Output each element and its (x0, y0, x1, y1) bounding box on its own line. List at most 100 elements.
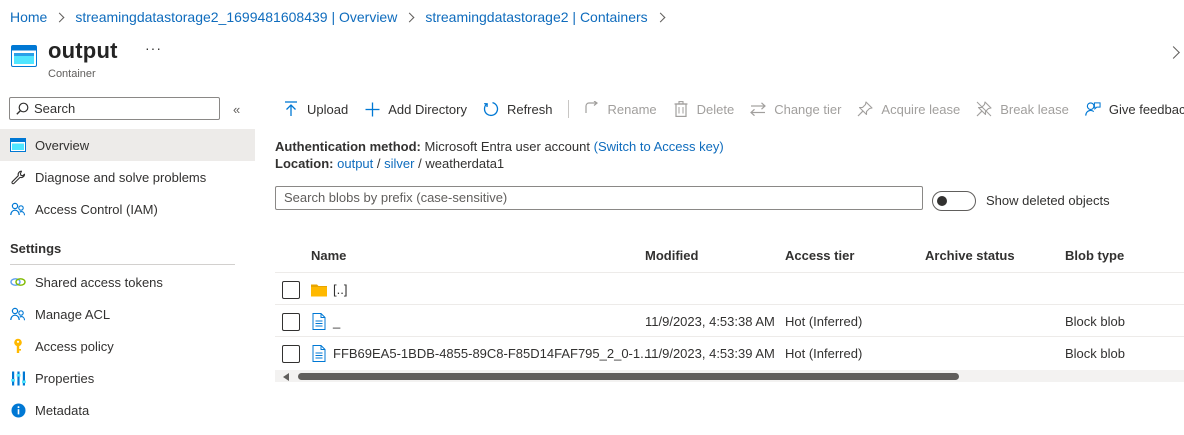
delete-label: Delete (696, 101, 735, 117)
column-header-archive-status[interactable]: Archive status (925, 248, 1015, 263)
page-title: output (48, 38, 118, 63)
break-lease-label: Break lease (1000, 101, 1069, 117)
delete-button[interactable]: Delete (673, 101, 735, 117)
refresh-label: Refresh (506, 101, 553, 117)
expand-panel-chevron-icon[interactable] (1167, 46, 1180, 59)
people-icon (10, 201, 26, 217)
horizontal-scrollbar[interactable] (275, 370, 1184, 382)
row-checkbox[interactable] (282, 313, 300, 331)
add-directory-label: Add Directory (388, 101, 467, 117)
folder-icon (311, 284, 327, 297)
sidebar-item-overview[interactable]: Overview (0, 129, 255, 161)
show-deleted-toggle[interactable] (932, 191, 976, 211)
breadcrumb-storage-overview[interactable]: streamingdatastorage2_1699481608439 | Ov… (75, 9, 397, 25)
row-checkbox[interactable] (282, 345, 300, 363)
wrench-icon (10, 169, 26, 185)
link-icon (10, 274, 26, 290)
location-link-silver[interactable]: silver (384, 156, 414, 171)
row-access-tier: Hot (Inferred) (785, 346, 863, 361)
sidebar-item-label: Properties (35, 370, 95, 386)
breadcrumb-containers[interactable]: streamingdatastorage2 | Containers (425, 9, 647, 25)
scroll-left-arrow-icon[interactable] (283, 373, 289, 381)
row-name[interactable]: [..] (333, 282, 347, 297)
refresh-button[interactable]: Refresh (483, 101, 553, 117)
sidebar-item-access-policy[interactable]: Access policy (0, 330, 255, 362)
upload-label: Upload (307, 101, 349, 117)
sidebar-item-manage-acl[interactable]: Manage ACL (0, 298, 255, 330)
location-link-output[interactable]: output (337, 156, 373, 171)
break-lease-button[interactable]: Break lease (976, 101, 1069, 117)
page-header: output ··· Container (11, 38, 1184, 82)
plus-icon (364, 101, 380, 117)
sidebar-item-shared-access-tokens[interactable]: Shared access tokens (0, 266, 255, 298)
acquire-lease-label: Acquire lease (881, 101, 961, 117)
sidebar: Search « Overview Diagnose and solve pro… (0, 96, 255, 435)
container-overview-icon (10, 137, 26, 153)
sidebar-item-label: Overview (35, 137, 90, 153)
column-header-name[interactable]: Name (311, 248, 346, 263)
command-bar: Upload Add Directory Refresh Rename Dele… (283, 98, 1184, 120)
refresh-icon (483, 101, 499, 117)
table-row[interactable]: _ 11/9/2023, 4:53:38 AM Hot (Inferred) B… (275, 304, 1184, 336)
sidebar-item-label: Manage ACL (35, 306, 111, 322)
toggle-knob (937, 196, 947, 206)
file-icon (312, 345, 326, 362)
rename-label: Rename (607, 101, 657, 117)
table-row[interactable]: [..] (275, 272, 1184, 304)
acquire-lease-button[interactable]: Acquire lease (857, 101, 960, 117)
sidebar-item-metadata[interactable]: Metadata (0, 394, 255, 426)
give-feedback-label: Give feedback (1108, 101, 1184, 117)
info-icon (10, 402, 26, 418)
upload-icon (283, 101, 299, 117)
switch-to-access-key-link[interactable]: (Switch to Access key) (594, 139, 724, 154)
toolbar-divider (568, 100, 570, 118)
people-icon (10, 306, 26, 322)
location-separator: / (376, 156, 381, 171)
container-icon (11, 45, 37, 67)
add-directory-button[interactable]: Add Directory (364, 101, 467, 117)
row-modified: 11/9/2023, 4:53:38 AM (645, 314, 775, 329)
give-feedback-button[interactable]: Give feedback (1085, 101, 1184, 117)
auth-method-line: Authentication method: Microsoft Entra u… (275, 139, 724, 154)
row-name[interactable]: _ (333, 314, 340, 329)
chevron-right-icon (655, 12, 666, 22)
more-options-button[interactable]: ··· (145, 40, 162, 56)
rename-button[interactable]: Rename (583, 101, 657, 117)
search-icon (16, 102, 29, 115)
sidebar-search-placeholder: Search (34, 101, 76, 116)
collapse-sidebar-icon[interactable]: « (233, 102, 240, 117)
sidebar-item-label: Metadata (35, 402, 90, 418)
sidebar-search-input[interactable]: Search (9, 97, 220, 120)
row-modified: 11/9/2023, 4:53:39 AM (645, 346, 775, 361)
settings-section-header: Settings (10, 241, 62, 256)
row-checkbox[interactable] (282, 281, 300, 299)
auth-method-label: Authentication method: (275, 139, 421, 154)
column-header-modified[interactable]: Modified (645, 248, 698, 263)
location-label: Location: (275, 156, 334, 171)
scrollbar-thumb[interactable] (298, 373, 959, 380)
table-row[interactable]: FFB69EA5-1BDB-4855-89C8-F85D14FAF795_2_0… (275, 336, 1184, 368)
section-divider (10, 264, 235, 265)
broken-pin-icon (976, 101, 992, 117)
sidebar-item-properties[interactable]: Properties (0, 362, 255, 394)
sidebar-item-label: Access policy (35, 338, 114, 354)
auth-method-value: Microsoft Entra user account (424, 139, 590, 154)
row-name[interactable]: FFB69EA5-1BDB-4855-89C8-F85D14FAF795_2_0… (333, 346, 655, 361)
sidebar-item-diagnose[interactable]: Diagnose and solve problems (0, 161, 255, 193)
rename-icon (583, 101, 599, 117)
blob-prefix-search-input[interactable]: Search blobs by prefix (case-sensitive) (275, 186, 923, 210)
column-header-access-tier[interactable]: Access tier (785, 248, 854, 263)
breadcrumb-home[interactable]: Home (10, 9, 47, 25)
sidebar-item-label: Shared access tokens (35, 274, 163, 290)
key-icon (10, 338, 26, 354)
change-tier-button[interactable]: Change tier (750, 101, 841, 117)
feedback-icon (1085, 101, 1101, 117)
page-subtitle: Container (48, 68, 96, 80)
upload-button[interactable]: Upload (283, 101, 348, 117)
sidebar-item-access-control[interactable]: Access Control (IAM) (0, 193, 255, 225)
column-header-blob-type[interactable]: Blob type (1065, 248, 1124, 263)
swap-arrows-icon (750, 101, 767, 117)
chevron-right-icon (404, 12, 415, 22)
row-blob-type: Block blob (1065, 314, 1125, 329)
location-current-folder: weatherdata1 (425, 156, 505, 171)
